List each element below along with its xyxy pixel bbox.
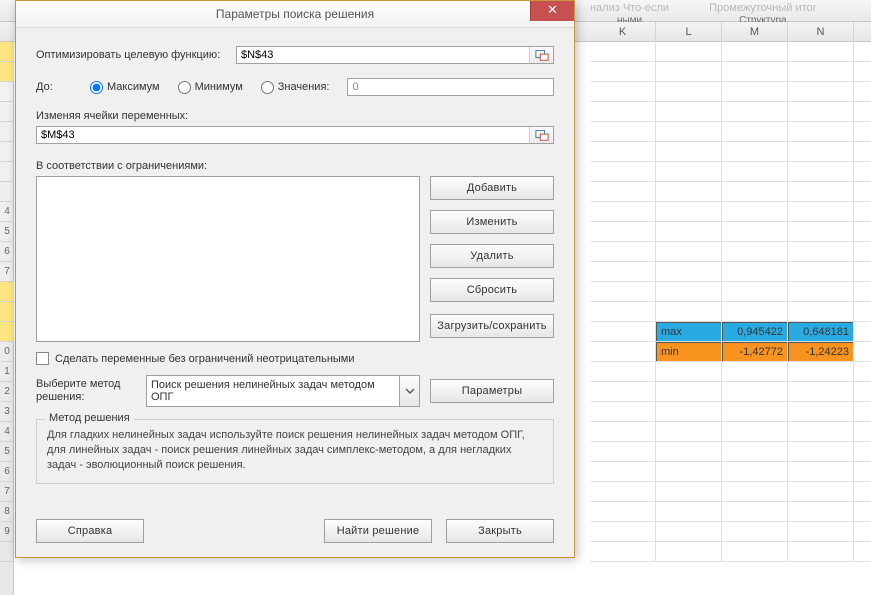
dialog-body: Оптимизировать целевую функцию: До: Макс… xyxy=(16,28,574,557)
solver-dialog: Параметры поиска решения ✕ Оптимизироват… xyxy=(15,0,575,558)
ribbon-whatif: нализ Что-если xyxy=(590,2,669,14)
row-header[interactable]: 6 xyxy=(0,462,14,482)
row-headers: 45670123456789 xyxy=(0,42,14,595)
row-header[interactable] xyxy=(0,142,14,162)
to-label: До: xyxy=(36,81,72,93)
parameters-button[interactable]: Параметры xyxy=(430,379,554,403)
close-dialog-button[interactable]: Закрыть xyxy=(446,519,554,543)
value-input[interactable] xyxy=(347,78,554,96)
row-header[interactable]: 5 xyxy=(0,222,14,242)
reset-button[interactable]: Сбросить xyxy=(430,278,554,302)
method-help-legend: Метод решения xyxy=(45,412,134,424)
radio-min[interactable]: Минимум xyxy=(178,81,243,94)
row-header[interactable] xyxy=(0,82,14,102)
row-header[interactable]: 4 xyxy=(0,202,14,222)
method-label: Выберите метод решения: xyxy=(36,378,136,404)
range-picker-icon[interactable] xyxy=(529,47,553,63)
radio-value-input[interactable] xyxy=(261,81,274,94)
row-header[interactable] xyxy=(0,122,14,142)
method-help-group: Метод решения Для гладких нелинейных зад… xyxy=(36,419,554,484)
row-header[interactable] xyxy=(0,542,14,562)
change-button[interactable]: Изменить xyxy=(430,210,554,234)
row-header[interactable]: 5 xyxy=(0,442,14,462)
close-button[interactable]: ✕ xyxy=(530,1,574,21)
objective-label: Оптимизировать целевую функцию: xyxy=(36,49,236,61)
ribbon-subtotal: Промежуточный итог xyxy=(709,2,817,14)
constraints-listbox[interactable] xyxy=(36,176,420,342)
solve-button[interactable]: Найти решение xyxy=(324,519,432,543)
row-header[interactable]: 7 xyxy=(0,482,14,502)
dialog-title: Параметры поиска решения xyxy=(16,7,574,21)
row-header[interactable] xyxy=(0,102,14,122)
col-header[interactable]: M xyxy=(722,22,788,42)
titlebar[interactable]: Параметры поиска решения ✕ xyxy=(16,1,574,28)
radio-max-input[interactable] xyxy=(90,81,103,94)
load-save-button[interactable]: Загрузить/сохранить xyxy=(430,314,554,338)
method-select[interactable]: Поиск решения нелинейных задач методом О… xyxy=(146,375,400,407)
chevron-down-icon[interactable] xyxy=(400,375,420,407)
radio-value[interactable]: Значения: xyxy=(261,81,330,94)
row-header[interactable] xyxy=(0,302,14,322)
nonneg-checkbox[interactable] xyxy=(36,352,49,365)
row-header[interactable] xyxy=(0,162,14,182)
constraints-label: В соответствии с ограничениями: xyxy=(36,160,554,172)
method-help-text: Для гладких нелинейных задач используйте… xyxy=(47,428,543,473)
col-header[interactable]: L xyxy=(656,22,722,42)
row-header[interactable]: 8 xyxy=(0,502,14,522)
row-header[interactable]: 7 xyxy=(0,262,14,282)
row-header[interactable] xyxy=(0,62,14,82)
variables-input[interactable] xyxy=(37,127,529,143)
row-header[interactable]: 0 xyxy=(0,342,14,362)
row-header[interactable]: 3 xyxy=(0,402,14,422)
nonneg-label: Сделать переменные без ограничений неотр… xyxy=(55,353,355,365)
row-header[interactable]: 2 xyxy=(0,382,14,402)
col-header[interactable]: K xyxy=(590,22,656,42)
range-picker-icon[interactable] xyxy=(529,127,553,143)
radio-max[interactable]: Максимум xyxy=(90,81,160,94)
variables-label: Изменяя ячейки переменных: xyxy=(36,110,554,122)
row-header[interactable]: 6 xyxy=(0,242,14,262)
radio-min-input[interactable] xyxy=(178,81,191,94)
objective-input[interactable] xyxy=(237,47,529,63)
row-header[interactable]: 1 xyxy=(0,362,14,382)
row-header[interactable] xyxy=(0,282,14,302)
delete-button[interactable]: Удалить xyxy=(430,244,554,268)
row-header[interactable]: 4 xyxy=(0,422,14,442)
row-header[interactable] xyxy=(0,182,14,202)
row-header[interactable]: 9 xyxy=(0,522,14,542)
add-button[interactable]: Добавить xyxy=(430,176,554,200)
row-header[interactable] xyxy=(0,42,14,62)
help-button[interactable]: Справка xyxy=(36,519,144,543)
col-header[interactable]: N xyxy=(788,22,854,42)
row-header[interactable] xyxy=(0,322,14,342)
